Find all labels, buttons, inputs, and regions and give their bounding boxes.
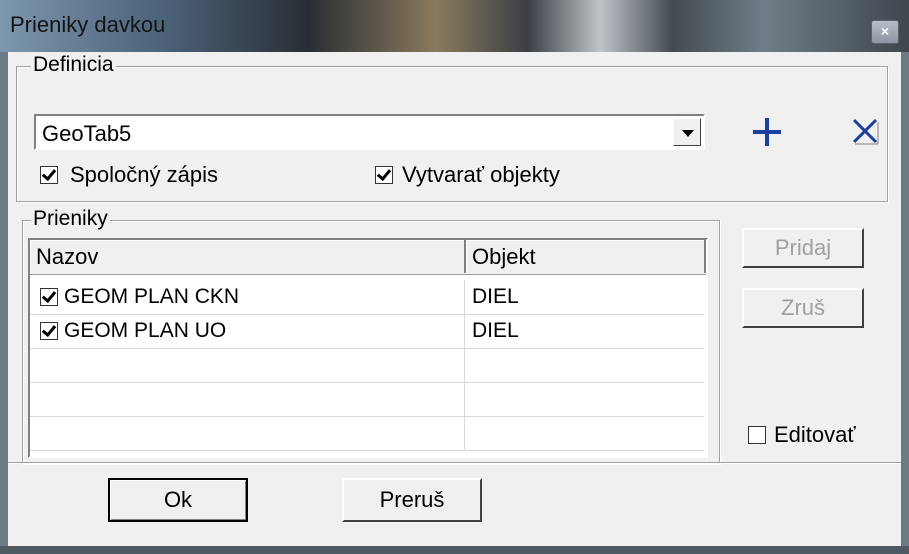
- column-divider: [464, 382, 465, 416]
- row-objekt: DIEL: [472, 285, 519, 308]
- row-checkbox[interactable]: [40, 288, 58, 306]
- spolocny-zapis-checkbox[interactable]: [40, 166, 58, 184]
- vytvarat-objekty-label: Vytvarať objekty: [402, 162, 560, 187]
- definicia-combo[interactable]: GeoTab5: [34, 114, 705, 150]
- column-header-nazov[interactable]: Nazov: [30, 240, 466, 273]
- delete-definicia-button[interactable]: [846, 112, 886, 152]
- table-row[interactable]: GEOM PLAN UO DIEL: [30, 314, 704, 349]
- dialog-client: Definicia GeoTab5 Spoločný zápis Vytvara…: [8, 52, 901, 546]
- plus-icon: [753, 118, 781, 146]
- column-divider: [464, 416, 465, 450]
- window-frame-left: [0, 52, 8, 554]
- ok-button[interactable]: Ok: [108, 478, 248, 522]
- chevron-down-icon[interactable]: [673, 118, 701, 146]
- pridaj-button[interactable]: Pridaj: [742, 228, 864, 268]
- footer-separator: [8, 462, 901, 463]
- table-row[interactable]: [30, 382, 704, 417]
- dialog-window: Prieniky davkou × Definicia GeoTab5 Spol…: [0, 0, 909, 554]
- row-objekt: DIEL: [472, 319, 519, 342]
- definicia-legend: Definicia: [31, 53, 116, 77]
- editovat-checkbox[interactable]: [748, 426, 766, 444]
- zrus-button[interactable]: Zruš: [742, 288, 864, 328]
- column-header-objekt[interactable]: Objekt: [466, 240, 706, 273]
- spolocny-zapis-label: Spoločný zápis: [70, 162, 218, 187]
- title-bar[interactable]: Prieniky davkou ×: [0, 0, 909, 52]
- column-divider: [464, 348, 465, 382]
- row-nazov: GEOM PLAN UO: [64, 319, 227, 342]
- close-button[interactable]: ×: [871, 20, 899, 44]
- prieniky-list[interactable]: Nazov Objekt GEOM PLAN CKN DIEL GEOM PLA…: [28, 238, 708, 458]
- close-icon: ×: [880, 23, 890, 39]
- window-frame-right: [901, 52, 909, 554]
- window-frame-bottom: [0, 546, 909, 554]
- prieniky-legend: Prieniky: [31, 207, 110, 231]
- prerus-button[interactable]: Preruš: [342, 478, 482, 522]
- table-row[interactable]: [30, 348, 704, 383]
- add-definicia-button[interactable]: [748, 112, 788, 152]
- list-header: Nazov Objekt: [30, 240, 706, 275]
- editovat-label: Editovať: [774, 422, 856, 447]
- row-nazov: GEOM PLAN CKN: [64, 285, 240, 308]
- column-divider: [464, 280, 465, 314]
- definicia-combo-value: GeoTab5: [42, 121, 132, 146]
- table-row[interactable]: [30, 416, 704, 451]
- window-title: Prieniky davkou: [10, 12, 166, 37]
- vytvarat-objekty-checkbox[interactable]: [375, 166, 393, 184]
- table-row[interactable]: GEOM PLAN CKN DIEL: [30, 280, 704, 315]
- x-icon: [852, 118, 879, 145]
- row-checkbox[interactable]: [40, 322, 58, 340]
- column-divider: [464, 314, 465, 348]
